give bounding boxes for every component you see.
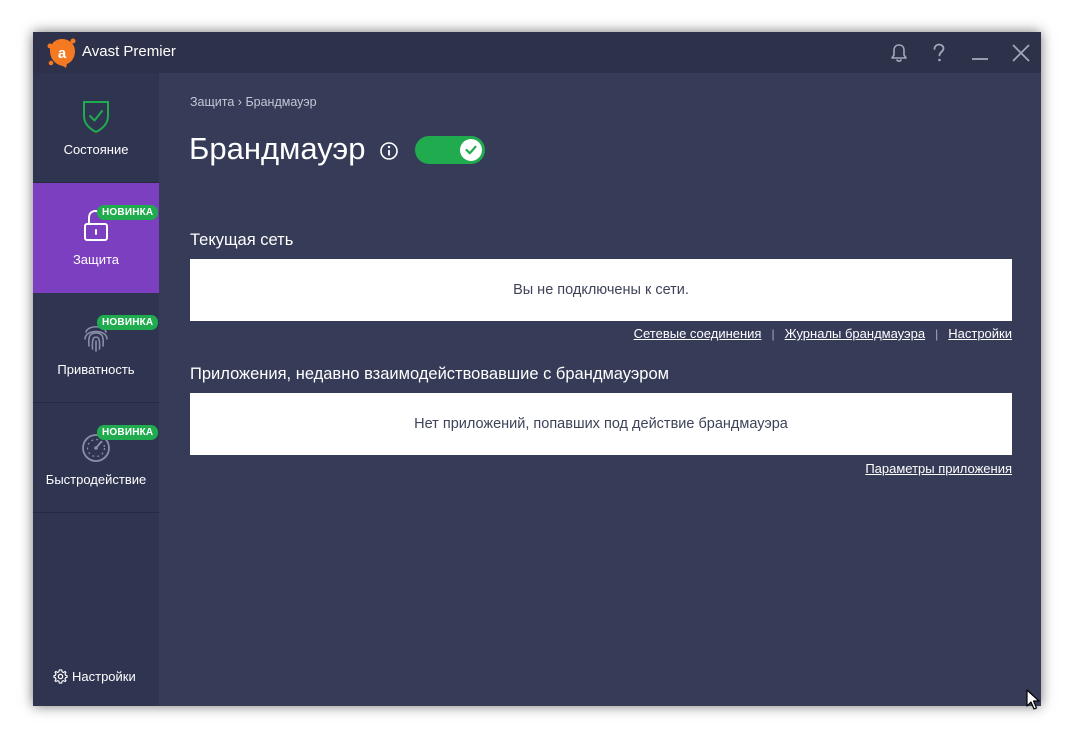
notifications-button[interactable] xyxy=(884,38,914,68)
sidebar-item-privacy[interactable]: НОВИНКА Приватность xyxy=(33,293,159,403)
network-links: Сетевые соединения | Журналы брандмауэра… xyxy=(634,326,1012,341)
settings-label: Настройки xyxy=(72,669,136,684)
sidebar: Состояние НОВИНКА Защита НОВИНКА Приватн… xyxy=(33,73,159,706)
apps-panel: Нет приложений, попавших под действие бр… xyxy=(190,393,1012,455)
breadcrumb-separator: › xyxy=(237,95,242,109)
sidebar-item-performance[interactable]: НОВИНКА Быстродействие xyxy=(33,403,159,513)
bell-icon xyxy=(891,44,907,62)
link-separator: | xyxy=(935,326,939,341)
checkmark-icon xyxy=(465,145,477,155)
help-button[interactable] xyxy=(924,38,954,68)
current-network-message: Вы не подключены к сети. xyxy=(513,282,689,298)
network-connections-link[interactable]: Сетевые соединения xyxy=(634,326,762,341)
svg-text:a: a xyxy=(58,45,67,62)
sidebar-item-label: Защита xyxy=(72,252,120,267)
minimize-icon xyxy=(972,58,988,60)
toggle-knob xyxy=(460,139,482,161)
new-badge: НОВИНКА xyxy=(97,425,159,440)
current-network-panel: Вы не подключены к сети. xyxy=(190,259,1012,321)
sidebar-item-protection[interactable]: НОВИНКА Защита xyxy=(33,183,159,293)
page-title: Брандмауэр xyxy=(189,131,366,166)
app-title: Avast Premier xyxy=(82,43,176,60)
main-content: Защита › Брандмауэр Брандмауэр Текущая с… xyxy=(160,73,1041,706)
network-settings-link[interactable]: Настройки xyxy=(948,326,1012,341)
current-network-title: Текущая сеть xyxy=(190,231,294,249)
close-icon xyxy=(1012,44,1030,62)
breadcrumb: Защита › Брандмауэр xyxy=(190,95,317,109)
sidebar-item-label: Быстродействие xyxy=(45,472,147,487)
link-separator: | xyxy=(771,326,775,341)
close-button[interactable] xyxy=(1006,38,1036,68)
new-badge: НОВИНКА xyxy=(97,205,159,220)
sidebar-item-label: Приватность xyxy=(57,362,135,377)
shield-check-icon xyxy=(83,101,109,134)
apps-message: Нет приложений, попавших под действие бр… xyxy=(414,416,788,432)
info-icon[interactable] xyxy=(379,141,399,161)
apps-links: Параметры приложения xyxy=(865,461,1012,476)
breadcrumb-current: Брандмауэр xyxy=(245,95,317,109)
gear-icon xyxy=(53,669,68,684)
app-settings-link[interactable]: Параметры приложения xyxy=(865,461,1012,476)
avast-logo-icon: a xyxy=(47,38,76,68)
settings-button[interactable]: Настройки xyxy=(53,669,136,684)
firewall-toggle[interactable] xyxy=(415,136,485,164)
sidebar-item-label: Состояние xyxy=(63,142,129,157)
app-window: a Avast Premier Состояние НОВИНКА Защита… xyxy=(33,32,1041,706)
minimize-button[interactable] xyxy=(965,38,995,68)
mouse-cursor-icon xyxy=(1026,689,1040,710)
breadcrumb-protection[interactable]: Защита xyxy=(190,95,234,109)
new-badge: НОВИНКА xyxy=(97,315,159,330)
firewall-logs-link[interactable]: Журналы брандмауэра xyxy=(785,326,926,341)
title-bar: a Avast Premier xyxy=(33,32,1041,73)
sidebar-item-status[interactable]: Состояние xyxy=(33,73,159,183)
apps-title: Приложения, недавно взаимодействовавшие … xyxy=(190,365,669,383)
question-icon xyxy=(933,43,945,62)
